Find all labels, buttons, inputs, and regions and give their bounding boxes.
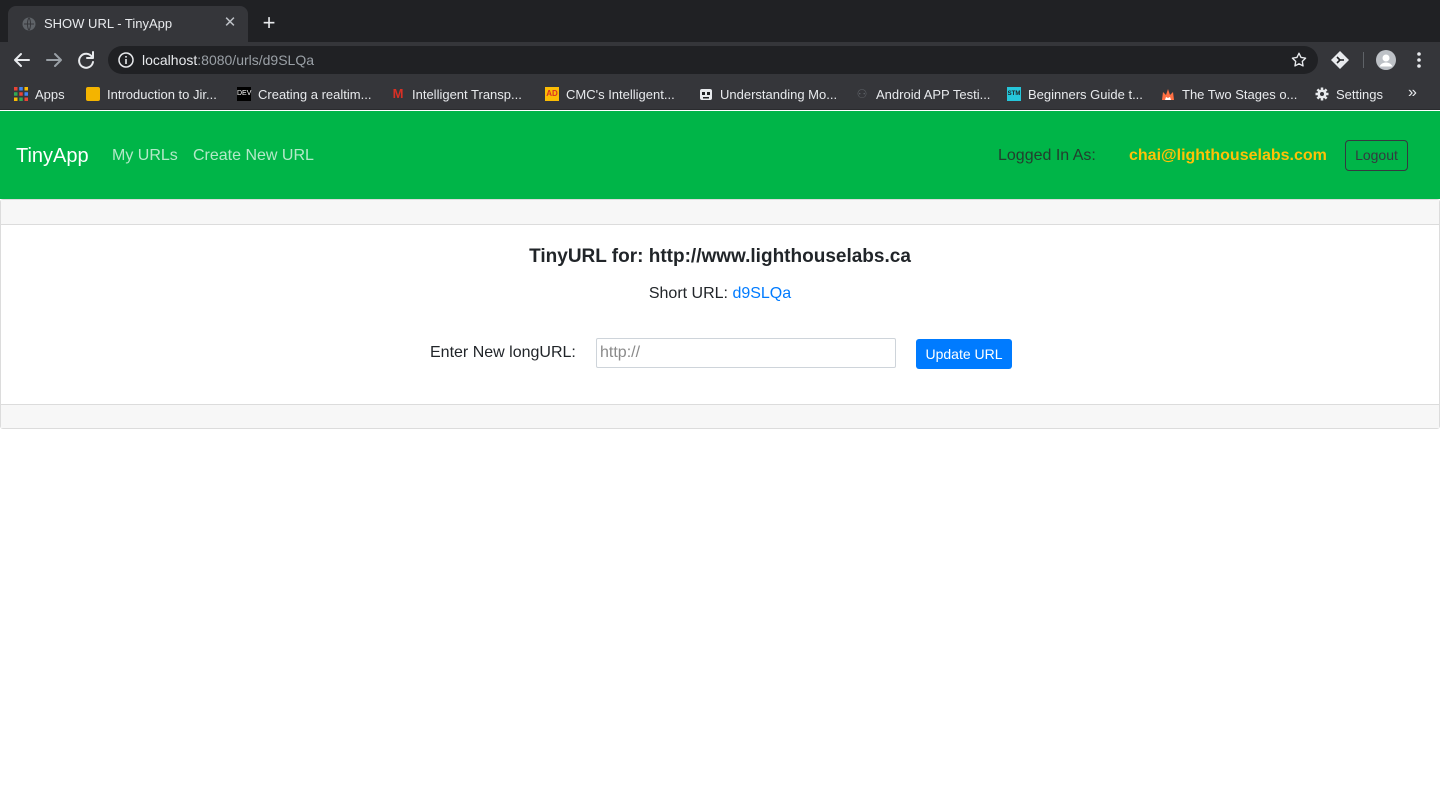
robot-icon (700, 89, 712, 100)
dev-icon: DEV (237, 87, 251, 101)
app-navbar: TinyApp My URLs Create New URL Logged In… (0, 111, 1440, 199)
long-url-input[interactable] (596, 338, 896, 368)
reload-icon[interactable] (74, 48, 98, 72)
close-tab-icon[interactable]: ✕ (220, 13, 240, 33)
short-url-link[interactable]: d9SLQa (732, 285, 791, 302)
short-url-label: Short URL: (648, 285, 733, 302)
bookmark-dev[interactable]: DEV Creating a realtim... (237, 84, 371, 104)
browser-toolbar: localhost:8080/urls/d9SLQa (0, 42, 1440, 78)
bookmark-settings[interactable]: Settings (1315, 84, 1383, 104)
bookmark-label: Creating a realtim... (258, 86, 372, 102)
bookmark-label: Understanding Mo... (720, 86, 838, 102)
bookmark-label: The Two Stages o... (1182, 86, 1298, 102)
bookmark-intelligent-transp[interactable]: M Intelligent Transp... (391, 84, 522, 104)
bookmark-jira[interactable]: Introduction to Jir... (86, 84, 217, 104)
bookmark-label: Android APP Testi... (876, 86, 991, 102)
bookmark-understanding[interactable]: Understanding Mo... (699, 84, 837, 104)
profile-avatar-icon[interactable] (1376, 50, 1396, 70)
long-url-label: Enter New longURL: (430, 344, 576, 361)
apps-grid-icon (14, 87, 28, 101)
star-icon[interactable] (1290, 51, 1308, 69)
card-header (1, 200, 1439, 225)
info-icon[interactable] (118, 52, 134, 68)
browser-tab-active[interactable]: SHOW URL - TinyApp ✕ (8, 6, 248, 42)
globe-icon (22, 17, 36, 31)
url-path: :8080/urls/d9SLQa (197, 52, 315, 68)
user-email: chai@lighthouselabs.com (1129, 147, 1327, 164)
bookmark-android[interactable]: ⚇ Android APP Testi... (855, 84, 991, 104)
browser-tabstrip: SHOW URL - TinyApp ✕ + (0, 0, 1440, 42)
bookmark-apps[interactable]: Apps (14, 84, 65, 104)
toolbar-divider (1363, 52, 1364, 68)
address-url: localhost:8080/urls/d9SLQa (142, 52, 314, 68)
android-icon: ⚇ (856, 87, 868, 101)
card-footer (1, 404, 1439, 428)
logout-button[interactable]: Logout (1345, 140, 1408, 171)
url-card: TinyURL for: http://www.lighthouselabs.c… (0, 199, 1440, 429)
short-url-line: Short URL: d9SLQa (1, 285, 1439, 303)
gear-icon (1315, 87, 1329, 101)
bookmark-two-stages[interactable]: The Two Stages o... (1161, 84, 1297, 104)
bookmark-cmc[interactable]: AD CMC's Intelligent... (545, 84, 675, 104)
extension-icon[interactable] (1330, 50, 1350, 70)
card-title: TinyURL for: http://www.lighthouselabs.c… (529, 246, 911, 267)
bookmark-label: Apps (35, 86, 65, 102)
bookmark-label: Introduction to Jir... (107, 86, 217, 102)
url-host: localhost (142, 52, 198, 68)
stm-icon: STM (1007, 87, 1021, 101)
update-url-button[interactable]: Update URL (916, 339, 1012, 369)
nav-create-new-url[interactable]: Create New URL (193, 147, 314, 165)
back-arrow-icon[interactable] (10, 48, 34, 72)
ad-logo-icon: AD (545, 87, 559, 101)
tab-title: SHOW URL - TinyApp (44, 16, 173, 31)
brand-link[interactable]: TinyApp (16, 145, 89, 168)
more-bookmarks-icon[interactable]: » (1408, 84, 1417, 102)
nav-my-urls[interactable]: My URLs (112, 147, 178, 165)
bookmark-label: Intelligent Transp... (412, 86, 522, 102)
jira-icon (86, 87, 100, 101)
bookmark-label: Settings (1336, 86, 1383, 102)
bookmark-label: Beginners Guide t... (1028, 86, 1143, 102)
kebab-menu-icon[interactable] (1410, 50, 1428, 70)
m-logo-icon: M (392, 86, 404, 101)
bookmarks-bar: Apps Introduction to Jir... DEV Creating… (0, 78, 1440, 110)
address-bar[interactable]: localhost:8080/urls/d9SLQa (108, 46, 1318, 74)
bookmark-label: CMC's Intelligent... (566, 86, 675, 102)
flame-icon (1162, 89, 1174, 100)
logged-in-label: Logged In As: (998, 147, 1096, 164)
new-tab-button[interactable]: + (258, 12, 280, 34)
bookmark-beginners[interactable]: STM Beginners Guide t... (1007, 84, 1143, 104)
forward-arrow-icon[interactable] (42, 48, 66, 72)
